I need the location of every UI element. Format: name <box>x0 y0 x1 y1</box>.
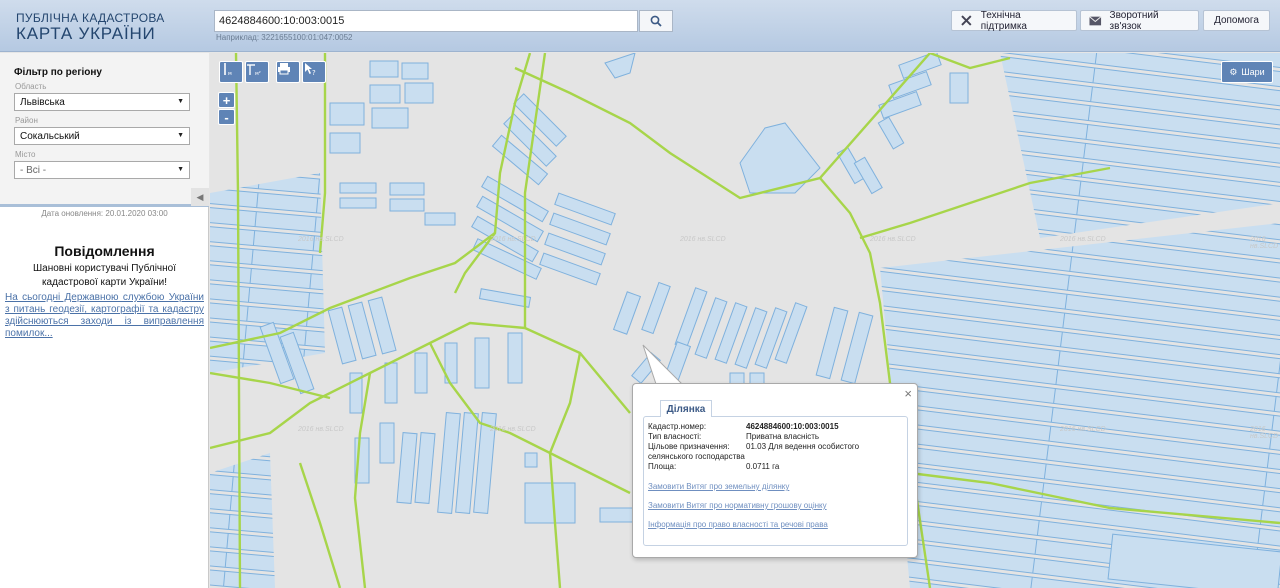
district-select[interactable]: Сокальський ▼ <box>14 127 190 145</box>
area-measure-icon: м² <box>247 64 261 76</box>
feedback-label: Зворотний зв'язок <box>1109 9 1159 32</box>
parcels-right-lower <box>880 223 1280 588</box>
search-input[interactable] <box>214 10 638 32</box>
dropdown-arrow-icon: ▼ <box>177 98 184 105</box>
area-label: Площа: <box>648 462 677 471</box>
help-button[interactable]: Допомога <box>1203 10 1270 31</box>
city-select[interactable]: - Всі - ▼ <box>14 161 190 179</box>
svg-text:м²: м² <box>255 71 261 76</box>
svg-text:?: ? <box>312 69 316 76</box>
cadastral-label: Кадастр.номер: <box>648 422 707 431</box>
district-value: Сокальський <box>20 131 80 142</box>
watermark: 2016 нв.SLCD <box>298 236 344 243</box>
dropdown-arrow-icon: ▼ <box>177 132 184 139</box>
watermark: 2016 нв.SLCD <box>680 236 726 243</box>
zoom-out-button[interactable]: - <box>218 109 235 125</box>
feedback-button[interactable]: Зворотний зв'язок <box>1080 9 1199 32</box>
order-extract-link[interactable]: Замовити Витяг про земельну ділянку <box>648 482 789 491</box>
logo-line2: КАРТА УКРАЇНИ <box>16 24 156 43</box>
help-label: Допомога <box>1214 15 1259 26</box>
region-select[interactable]: Львівська ▼ <box>14 93 190 111</box>
watermark: 2016 нв.SLCD <box>490 426 536 433</box>
search-icon <box>650 15 662 27</box>
identify-icon: ? <box>305 63 316 76</box>
watermark: 2016 нв.SLCD <box>1060 236 1106 243</box>
purpose-value: 01.03 Для ведення особистого <box>746 442 860 451</box>
support-button[interactable]: Технічна підтримка <box>951 9 1077 32</box>
district-label: Район <box>15 116 38 125</box>
print-button[interactable] <box>276 61 300 83</box>
collapse-sidebar-button[interactable]: ◀ <box>191 188 209 206</box>
ruler-icon: м <box>224 63 232 76</box>
arrow-left-icon: ◀ <box>196 191 204 202</box>
city-value: - Всі - <box>20 165 47 176</box>
popup-body: Кадастр.номер: 4624884600:10:003:0015 Ти… <box>643 416 908 546</box>
search-button[interactable] <box>639 10 673 32</box>
logo[interactable]: ПУБЛІЧНА КАДАСТРОВА КАРТА УКРАЇНИ <box>16 12 165 43</box>
purpose-label: Цільове призначення: <box>648 442 730 451</box>
watermark: 2016 нв.SLCD <box>1250 426 1279 440</box>
print-icon <box>278 63 290 75</box>
svg-text:м: м <box>228 71 232 76</box>
region-value: Львівська <box>20 97 65 108</box>
update-date: Дата оновлення: 20.01.2020 03:00 <box>41 209 168 218</box>
layers-label: Шари <box>1241 67 1265 77</box>
watermark: 2016 нв.SLCD <box>870 236 916 243</box>
ownership-info-link[interactable]: Інформація про право власності та речові… <box>648 520 828 529</box>
zoom-in-button[interactable]: + <box>218 92 235 108</box>
envelope-icon <box>1089 15 1102 25</box>
gear-icon: ⚙ <box>1229 66 1238 77</box>
measure-area-button[interactable]: м² <box>245 61 269 83</box>
layers-button[interactable]: ⚙ Шари <box>1221 61 1273 83</box>
purpose-value-continued: селянського господарства <box>648 452 745 461</box>
search-bar: Наприклад: 3221655100:01:047:0052 <box>214 10 673 42</box>
support-label: Технічна підтримка <box>980 9 1027 32</box>
parcels-left-bottom <box>210 453 275 588</box>
city-label: Місто <box>15 150 36 159</box>
tools-icon <box>961 15 972 26</box>
notice-text: Шановні користувачі Публічної кадастрово… <box>33 263 176 288</box>
cadastral-value: 4624884600:10:003:0015 <box>746 422 839 431</box>
measure-distance-button[interactable]: м <box>219 61 243 83</box>
identify-button[interactable]: ? <box>302 61 326 83</box>
order-valuation-link[interactable]: Замовити Витяг про нормативну грошову оц… <box>648 501 827 510</box>
ownership-value: Приватна власність <box>746 432 820 441</box>
filter-title: Фільтр по регіону <box>14 67 102 78</box>
watermark: 2016 нв.SLCD <box>1250 236 1279 250</box>
area-value: 0.0711 га <box>746 462 780 471</box>
tab-parcel[interactable]: Ділянка <box>660 400 712 417</box>
watermark: 2016 нв.SLCD <box>1060 426 1106 433</box>
region-filter: Фільтр по регіону Область Львівська ▼ Ра… <box>0 53 209 207</box>
region-label: Область <box>15 82 47 91</box>
notice-title: Повідомлення <box>54 243 155 259</box>
notice-link[interactable]: На сьогодні Державною службою України з … <box>5 292 204 340</box>
watermark: 2016 нв.SLCD <box>298 426 344 433</box>
map-canvas[interactable]: 2016 нв.SLCD 2016 нв.SLCD 2016 нв.SLCD 2… <box>210 53 1280 588</box>
ownership-label: Тип власності: <box>648 432 702 441</box>
sidebar: Фільтр по регіону Область Львівська ▼ Ра… <box>0 53 209 588</box>
watermark: 2016 нв.SLCD <box>490 236 536 243</box>
search-hint: Наприклад: 3221655100:01:047:0052 <box>216 33 353 42</box>
parcel-popup: × Ділянка Кадастр.номер: 4624884600:10:0… <box>632 383 918 558</box>
header: ПУБЛІЧНА КАДАСТРОВА КАРТА УКРАЇНИ Наприк… <box>0 0 1280 52</box>
close-icon[interactable]: × <box>904 386 912 401</box>
dropdown-arrow-icon: ▼ <box>177 166 184 173</box>
